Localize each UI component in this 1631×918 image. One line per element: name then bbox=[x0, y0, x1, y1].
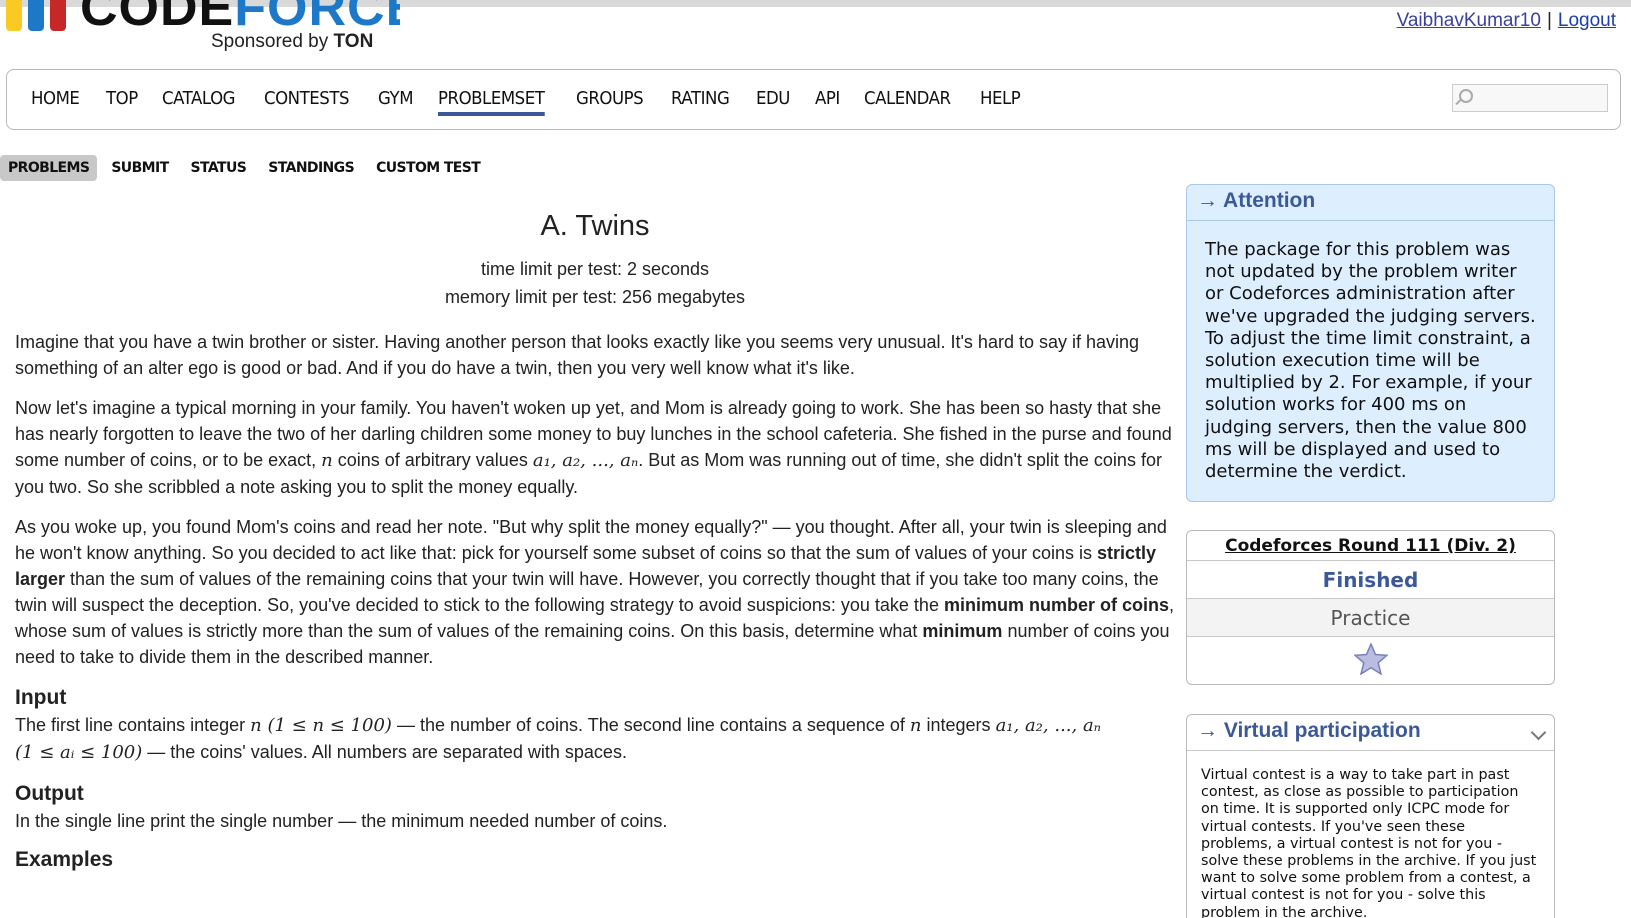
logout-link[interactable]: Logout bbox=[1558, 10, 1616, 31]
examples-section-title: Examples bbox=[15, 848, 114, 871]
legend-paragraph-3: As you woke up, you found Mom's coins an… bbox=[15, 517, 1174, 667]
menu-item-gym[interactable]: GYM bbox=[378, 88, 413, 109]
search-icon bbox=[1459, 89, 1473, 103]
round-practice: Practice bbox=[1187, 599, 1554, 637]
problem-submenu: PROBLEMS SUBMIT STATUS STANDINGS CUSTOM TEST bbox=[0, 155, 494, 181]
submenu-item-submit[interactable]: SUBMIT bbox=[103, 155, 176, 181]
round-status: Finished bbox=[1187, 561, 1554, 599]
submenu-item-custom-test[interactable]: CUSTOM TEST bbox=[368, 155, 488, 181]
user-links: VaibhavKumar10 | Logout bbox=[1397, 10, 1616, 32]
submenu-item-standings[interactable]: STANDINGS bbox=[260, 155, 362, 181]
contest-round-box: Codeforces Round 111 (Div. 2) Finished P… bbox=[1186, 530, 1555, 685]
menu-item-calendar[interactable]: CALENDAR bbox=[864, 88, 951, 109]
menu-item-help[interactable]: HELP bbox=[980, 88, 1021, 109]
attention-caption: → Attention bbox=[1187, 185, 1554, 221]
username-link[interactable]: VaibhavKumar10 bbox=[1397, 10, 1541, 31]
favorite-star-icon[interactable] bbox=[1187, 637, 1554, 685]
legend-paragraph-2: Now let's imagine a typical morning in y… bbox=[15, 398, 1172, 497]
memory-limit: memory limit per test: 256 megabytes bbox=[444, 287, 746, 307]
menu-item-contests[interactable]: CONTESTS bbox=[264, 88, 349, 109]
time-limit: time limit per test: 2 seconds bbox=[480, 259, 710, 279]
submenu-item-status[interactable]: STATUS bbox=[183, 155, 255, 181]
input-spec: The first line contains integer n (1 ≤ n… bbox=[15, 715, 1101, 763]
menu-item-rating[interactable]: RATING bbox=[671, 88, 730, 109]
legend-paragraph-1: Imagine that you have a twin brother or … bbox=[15, 332, 1140, 378]
menu-item-groups[interactable]: GROUPS bbox=[576, 88, 644, 109]
output-spec: In the single line print the single numb… bbox=[15, 811, 668, 831]
separator: | bbox=[1546, 10, 1552, 31]
menu-item-problemset[interactable]: PROBLEMSET bbox=[438, 88, 545, 116]
attention-text: The package for this problem was not upd… bbox=[1205, 239, 1536, 483]
menu-item-edu[interactable]: EDU bbox=[756, 88, 790, 109]
codeforces-logo[interactable]: CODEFORCES Sponsored by TON bbox=[0, 0, 400, 58]
menu-item-home[interactable]: HOME bbox=[31, 88, 80, 109]
search-input[interactable] bbox=[1452, 84, 1608, 112]
attention-box: → Attention The package for this problem… bbox=[1186, 184, 1555, 502]
sponsor-line: Sponsored by TON bbox=[211, 31, 374, 52]
submenu-item-problems[interactable]: PROBLEMS bbox=[0, 155, 98, 181]
virtual-caption: → Virtual participation bbox=[1187, 715, 1554, 751]
round-name-link[interactable]: Codeforces Round 111 (Div. 2) bbox=[1187, 531, 1554, 561]
virtual-participation-box: → Virtual participation Virtual contest … bbox=[1186, 714, 1555, 918]
input-section-title: Input bbox=[15, 686, 67, 709]
menu-item-api[interactable]: API bbox=[815, 88, 840, 109]
problem-statement: A. Twins time limit per test: 2 seconds … bbox=[15, 200, 1175, 872]
virtual-text: Virtual contest is a way to take part in… bbox=[1201, 767, 1537, 918]
output-section-title: Output bbox=[15, 782, 84, 805]
main-menu: HOME TOP CATALOG CONTESTS GYM PROBLEMSET GROUP… bbox=[6, 69, 1621, 130]
problem-title: A. Twins bbox=[540, 210, 650, 242]
menu-item-catalog[interactable]: CATALOG bbox=[162, 88, 236, 109]
menu-item-top[interactable]: TOP bbox=[106, 88, 138, 109]
